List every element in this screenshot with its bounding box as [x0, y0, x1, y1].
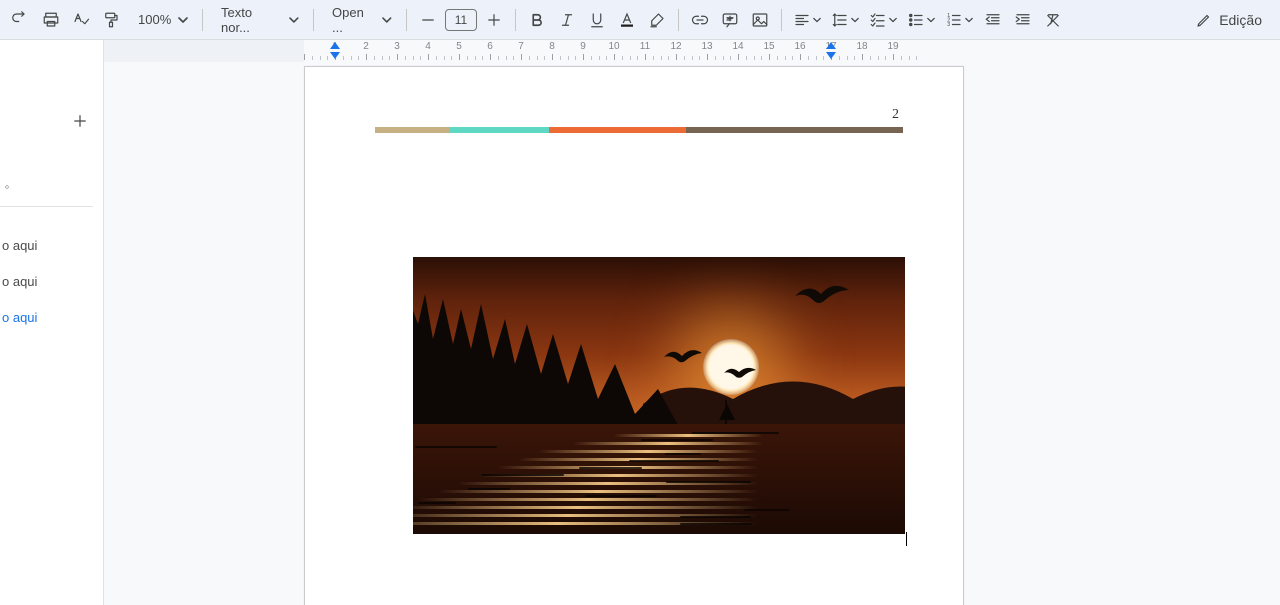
bulleted-list-dropdown[interactable]: [904, 7, 938, 33]
italic-button[interactable]: [554, 7, 580, 33]
outline-item[interactable]: ◦: [0, 170, 93, 202]
outline-sidebar: ◦ o aqui o aqui o aqui: [0, 40, 104, 605]
insert-image-button[interactable]: [747, 7, 773, 33]
outline-item[interactable]: o aqui: [0, 265, 93, 297]
style-value: Texto nor...: [221, 5, 283, 35]
svg-text:3: 3: [947, 22, 950, 28]
add-outline-button[interactable]: [69, 110, 91, 132]
clear-formatting-button[interactable]: [1040, 7, 1066, 33]
insert-comment-button[interactable]: [717, 7, 743, 33]
separator: [313, 9, 314, 31]
header-bar-segment: [375, 127, 449, 133]
editing-mode-label: Edição: [1219, 12, 1262, 28]
spellcheck-button[interactable]: [68, 7, 94, 33]
zoom-dropdown[interactable]: 100%: [128, 6, 194, 34]
redo-button[interactable]: [8, 7, 34, 33]
underline-button[interactable]: [584, 7, 610, 33]
header-bar-segment: [449, 127, 549, 133]
chevron-down-icon: [927, 16, 935, 24]
chevron-down-icon: [289, 15, 299, 25]
main-toolbar: 100% Texto nor... Open ... 11: [0, 0, 1280, 40]
chevron-down-icon: [382, 15, 392, 25]
chevron-down-icon: [851, 16, 859, 24]
chevron-down-icon: [178, 15, 188, 25]
chevron-down-icon: [889, 16, 897, 24]
bold-button[interactable]: [524, 7, 550, 33]
header-bar-segment: [686, 127, 902, 133]
outline-item[interactable]: o aqui: [0, 229, 93, 261]
bird-shape: [723, 365, 757, 384]
plus-icon: [71, 112, 89, 130]
highlight-color-button[interactable]: [644, 7, 670, 33]
inserted-image-sunset[interactable]: [413, 257, 905, 534]
water-shape: [413, 424, 905, 534]
text-cursor: [906, 532, 907, 546]
print-button[interactable]: [38, 7, 64, 33]
document-page[interactable]: 2: [304, 66, 964, 605]
separator: [678, 9, 679, 31]
decrease-indent-button[interactable]: [980, 7, 1006, 33]
font-family-dropdown[interactable]: Open ...: [322, 6, 398, 34]
text-color-button[interactable]: [614, 7, 640, 33]
checklist-dropdown[interactable]: [866, 7, 900, 33]
document-canvas: 2112345678910111213141516171819 2: [104, 40, 1280, 605]
insert-link-button[interactable]: [687, 7, 713, 33]
pencil-icon: [1195, 11, 1213, 29]
outline-item[interactable]: o aqui: [0, 301, 93, 333]
increase-indent-button[interactable]: [1010, 7, 1036, 33]
chevron-down-icon: [813, 16, 821, 24]
zoom-value: 100%: [138, 12, 171, 27]
separator: [515, 9, 516, 31]
separator: [406, 9, 407, 31]
indent-handle[interactable]: [330, 42, 340, 49]
header-bar-segment: [549, 127, 686, 133]
bird-shape: [663, 347, 703, 370]
chevron-down-icon: [965, 16, 973, 24]
horizontal-ruler[interactable]: 2112345678910111213141516171819: [104, 40, 1280, 62]
editing-mode-dropdown[interactable]: Edição: [1185, 5, 1272, 35]
paragraph-style-dropdown[interactable]: Texto nor...: [211, 6, 305, 34]
indent-handle[interactable]: [330, 52, 340, 59]
indent-handle[interactable]: [826, 52, 836, 59]
increase-font-size-button[interactable]: [481, 7, 507, 33]
document-outline: ◦ o aqui o aqui o aqui: [0, 170, 103, 337]
numbered-list-dropdown[interactable]: 123: [942, 7, 976, 33]
font-value: Open ...: [332, 5, 376, 35]
decrease-font-size-button[interactable]: [415, 7, 441, 33]
indent-handle[interactable]: [826, 42, 836, 49]
separator: [781, 9, 782, 31]
separator: [202, 9, 203, 31]
header-color-bar: [375, 127, 903, 133]
bird-shape: [793, 282, 851, 313]
font-size-input[interactable]: 11: [445, 9, 477, 31]
font-size-value: 11: [455, 13, 467, 27]
paint-format-button[interactable]: [98, 7, 124, 33]
align-dropdown[interactable]: [790, 7, 824, 33]
line-spacing-dropdown[interactable]: [828, 7, 862, 33]
page-number: 2: [892, 107, 899, 123]
